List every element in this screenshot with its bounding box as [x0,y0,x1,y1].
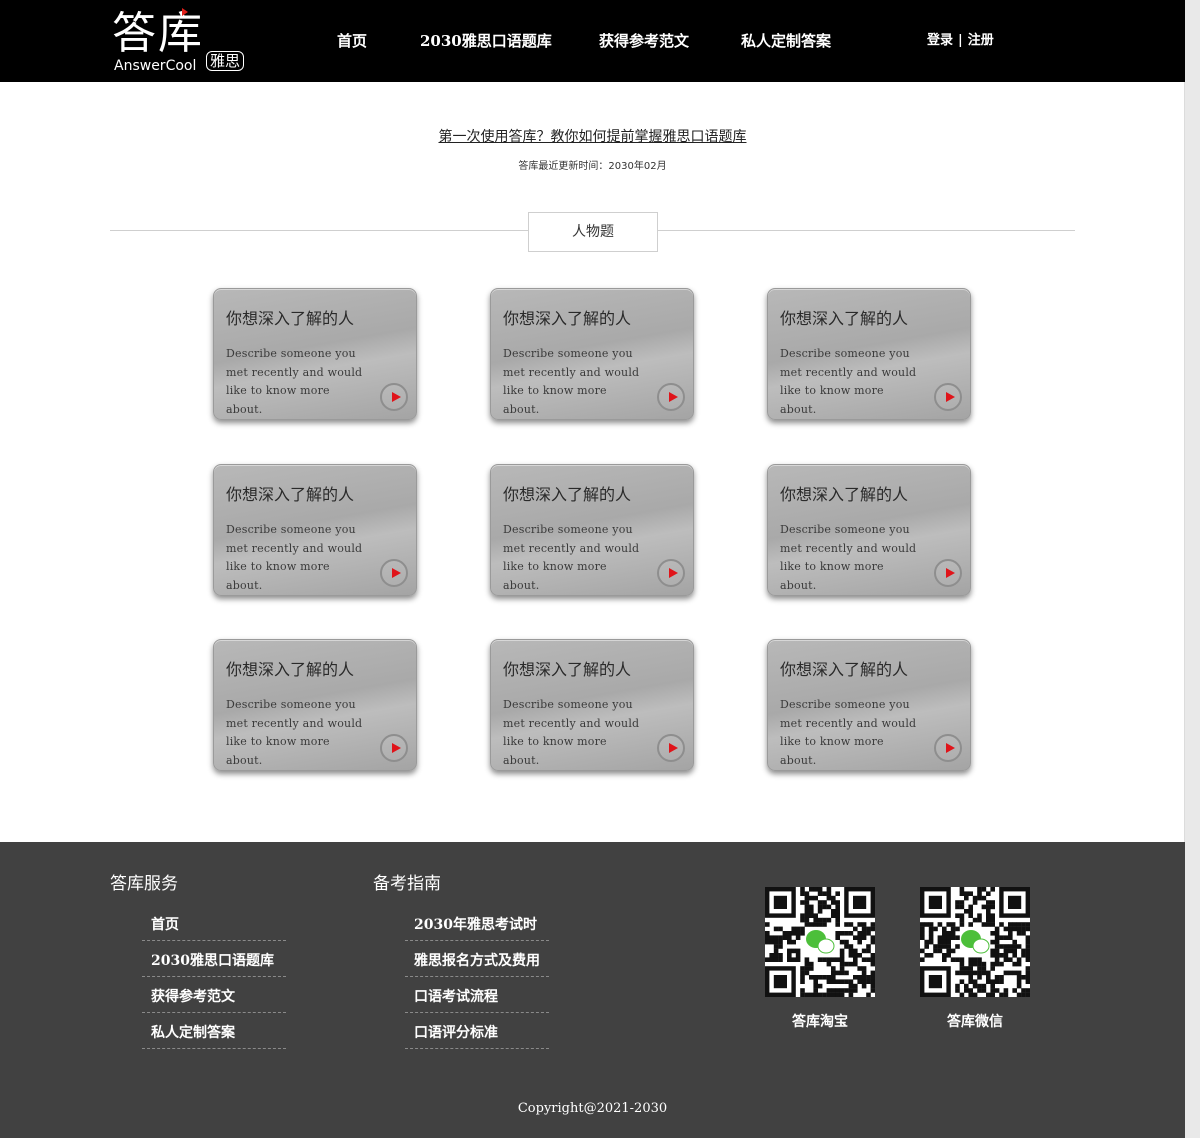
nav-custom-answers[interactable]: 私人定制答案 [741,30,831,52]
card-description: Describe someone you met recently and wo… [503,347,640,416]
card-title: 你想深入了解的人 [503,485,632,504]
auth-links: 登录 | 注册 [927,32,994,50]
qr-label-taobao: 答库淘宝 [792,1014,848,1030]
card-description: Describe someone you met recently and wo… [226,698,363,767]
nav-question-bank[interactable]: 2030雅思口语题库 [420,30,552,52]
taobao-qr-code-icon [765,887,875,997]
play-icon[interactable] [657,734,685,762]
footer-guide-list: 2030年雅思考试时 雅思报名方式及费用 口语考试流程 口语评分标准 [405,906,549,1050]
card-title: 你想深入了解的人 [503,309,632,328]
footer-link-question-bank[interactable]: 2030雅思口语题库 [142,942,286,977]
footer-link-exam-time[interactable]: 2030年雅思考试时 [405,906,549,941]
nav-sample-essays[interactable]: 获得参考范文 [599,30,689,52]
card-title: 你想深入了解的人 [780,309,909,328]
logo-sub-text: AnswerCool [114,58,197,74]
play-icon[interactable] [934,383,962,411]
topic-card[interactable]: 你想深入了解的人 Describe someone you met recent… [490,288,694,420]
topic-card[interactable]: 你想深入了解的人 Describe someone you met recent… [767,288,971,420]
card-title: 你想深入了解的人 [780,485,909,504]
footer-guide-title: 备考指南 [373,874,441,894]
card-description: Describe someone you met recently and wo… [780,698,917,767]
play-icon[interactable] [934,734,962,762]
play-icon[interactable] [380,383,408,411]
site-logo[interactable]: 答库 AnswerCool 雅思 [112,8,252,78]
page-scrollbar[interactable] [1184,0,1200,1138]
footer-link-custom-answers[interactable]: 私人定制答案 [142,1014,286,1049]
logo-main-text: 答库 [112,8,204,59]
card-description: Describe someone you met recently and wo… [226,347,363,416]
play-icon[interactable] [380,734,408,762]
topic-card[interactable]: 你想深入了解的人 Describe someone you met recent… [767,464,971,596]
card-description: Describe someone you met recently and wo… [226,523,363,592]
footer-link-registration[interactable]: 雅思报名方式及费用 [405,942,549,977]
card-description: Describe someone you met recently and wo… [780,347,917,416]
topic-card[interactable]: 你想深入了解的人 Describe someone you met recent… [767,639,971,771]
footer-link-scoring[interactable]: 口语评分标准 [405,1014,549,1049]
topic-card[interactable]: 你想深入了解的人 Describe someone you met recent… [490,464,694,596]
footer-link-sample-essays[interactable]: 获得参考范文 [142,978,286,1013]
section-title: 人物题 [528,212,658,252]
play-icon[interactable] [657,383,685,411]
card-description: Describe someone you met recently and wo… [503,523,640,592]
footer-link-exam-process[interactable]: 口语考试流程 [405,978,549,1013]
card-title: 你想深入了解的人 [226,309,355,328]
topic-card[interactable]: 你想深入了解的人 Describe someone you met recent… [490,639,694,771]
topic-card[interactable]: 你想深入了解的人 Describe someone you met recent… [213,288,417,420]
footer-services-list: 首页 2030雅思口语题库 获得参考范文 私人定制答案 [142,906,286,1050]
nav-home[interactable]: 首页 [337,30,367,52]
logo-badge: 雅思 [206,51,245,71]
topic-card[interactable]: 你想深入了解的人 Describe someone you met recent… [213,464,417,596]
footer-link-home[interactable]: 首页 [142,906,286,941]
play-icon[interactable] [657,559,685,587]
topic-card[interactable]: 你想深入了解的人 Describe someone you met recent… [213,639,417,771]
login-link[interactable]: 登录 [927,33,953,48]
site-header: 答库 AnswerCool 雅思 首页 2030雅思口语题库 获得参考范文 私人… [0,0,1185,82]
first-time-guide-link[interactable]: 第一次使用答库？教你如何提前掌握雅思口语题库 [0,127,1185,147]
copyright-text: Copyright@2021-2030 [517,1101,668,1116]
auth-separator: | [958,33,963,48]
card-title: 你想深入了解的人 [780,660,909,679]
card-description: Describe someone you met recently and wo… [503,698,640,767]
play-icon[interactable] [380,559,408,587]
last-update-text: 答库最近更新时间：2030年02月 [518,161,667,172]
card-title: 你想深入了解的人 [226,485,355,504]
card-title: 你想深入了解的人 [503,660,632,679]
register-link[interactable]: 注册 [968,33,994,48]
card-title: 你想深入了解的人 [226,660,355,679]
card-description: Describe someone you met recently and wo… [780,523,917,592]
wechat-qr-code-icon [920,887,1030,997]
qr-label-wechat: 答库微信 [947,1014,1003,1030]
play-icon[interactable] [934,559,962,587]
footer-services-title: 答库服务 [110,874,178,894]
logo-accent-mark [182,8,188,16]
site-footer: 答库服务 首页 2030雅思口语题库 获得参考范文 私人定制答案 备考指南 20… [0,842,1185,1138]
